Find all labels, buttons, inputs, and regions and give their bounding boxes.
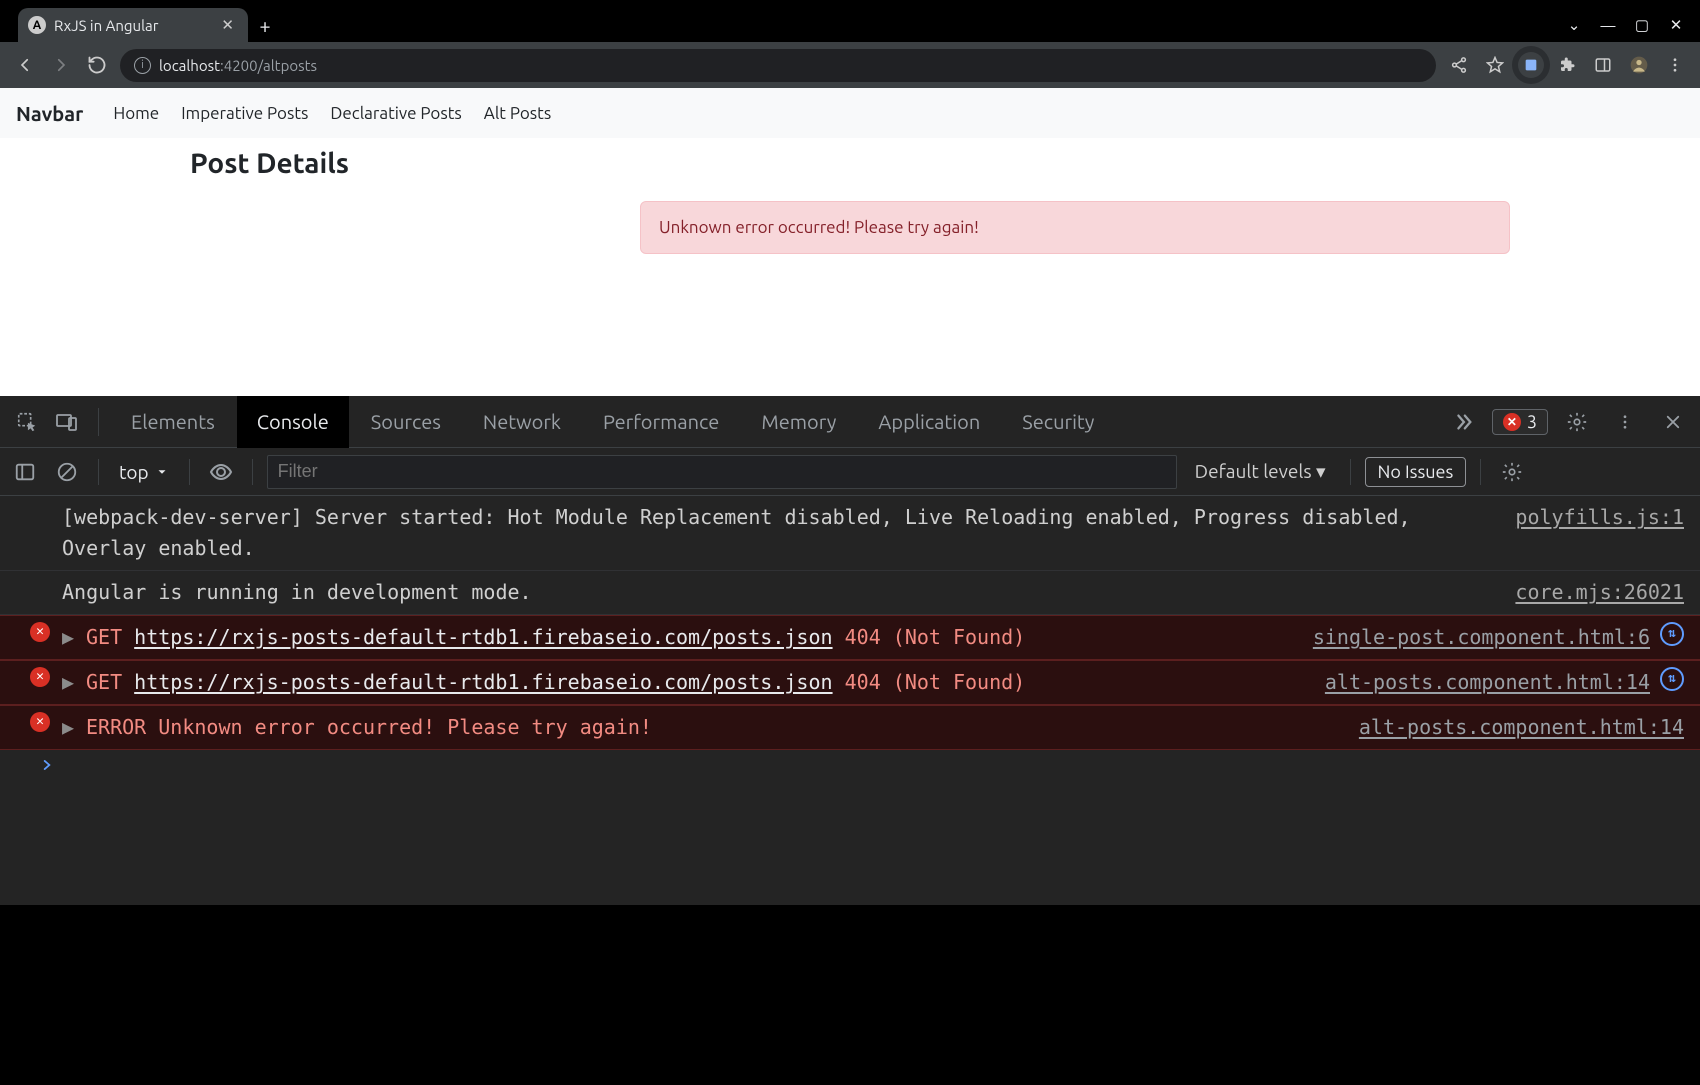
devtools-panel: Elements Console Sources Network Perform… bbox=[0, 396, 1700, 905]
url-path: /altposts bbox=[258, 57, 317, 74]
bookmark-star-icon[interactable] bbox=[1482, 52, 1508, 78]
console-messages: [webpack-dev-server] Server started: Hot… bbox=[0, 496, 1700, 905]
context-label: top bbox=[119, 461, 149, 483]
app-navbar: Navbar Home Imperative Posts Declarative… bbox=[0, 88, 1700, 138]
error-count-badge[interactable]: ✕ 3 bbox=[1492, 409, 1548, 435]
profile-avatar-icon[interactable] bbox=[1626, 52, 1652, 78]
chevron-down-icon[interactable]: ⌄ bbox=[1562, 16, 1586, 34]
window-maximize-icon[interactable]: ▢ bbox=[1630, 16, 1654, 34]
log-levels-dropdown[interactable]: Default levels ▾ bbox=[1185, 460, 1336, 483]
chevron-down-icon bbox=[155, 465, 169, 479]
issues-badge[interactable]: No Issues bbox=[1365, 457, 1467, 487]
console-text: Unknown error occurred! Please try again… bbox=[158, 715, 652, 739]
http-method: GET bbox=[86, 670, 122, 694]
console-error-message: ✕ ▶ GET https://rxjs-posts-default-rtdb1… bbox=[0, 660, 1700, 705]
console-source-link[interactable]: single-post.component.html:6 bbox=[1313, 622, 1650, 653]
console-text: Angular is running in development mode. bbox=[62, 577, 1505, 608]
devtools-tab-security[interactable]: Security bbox=[1002, 396, 1114, 448]
http-method: GET bbox=[86, 625, 122, 649]
browser-tab[interactable]: A RxJS in Angular ✕ bbox=[18, 8, 248, 42]
error-dot-icon: ✕ bbox=[1503, 413, 1521, 431]
devtools-kebab-icon[interactable] bbox=[1606, 403, 1644, 441]
nav-back-icon[interactable] bbox=[12, 52, 38, 78]
tab-close-icon[interactable]: ✕ bbox=[217, 16, 238, 34]
devtools-close-icon[interactable] bbox=[1654, 403, 1692, 441]
console-filterbar: top Default levels ▾ No Issues bbox=[0, 448, 1700, 496]
expand-arrow-icon[interactable]: ▶ bbox=[62, 667, 76, 698]
console-source-link[interactable]: alt-posts.component.html:14 bbox=[1325, 667, 1650, 698]
console-filter-input[interactable] bbox=[267, 455, 1177, 489]
request-url[interactable]: https://rxjs-posts-default-rtdb1.firebas… bbox=[134, 670, 832, 694]
page-title: Post Details bbox=[190, 148, 1700, 179]
devtools-tab-performance[interactable]: Performance bbox=[583, 396, 739, 448]
error-label: ERROR bbox=[86, 715, 146, 739]
devtools-tab-memory[interactable]: Memory bbox=[741, 396, 856, 448]
browser-tabstrip: A RxJS in Angular ✕ + ⌄ — ▢ ✕ bbox=[0, 0, 1700, 42]
url-port: :4200 bbox=[220, 57, 258, 74]
console-error-message: ✕ ▶ ERROR Unknown error occurred! Please… bbox=[0, 705, 1700, 750]
devtools-tabbar: Elements Console Sources Network Perform… bbox=[0, 396, 1700, 448]
live-expression-icon[interactable] bbox=[204, 455, 238, 489]
extension-badge-icon[interactable] bbox=[1518, 52, 1544, 78]
console-source-link[interactable]: core.mjs:26021 bbox=[1515, 577, 1684, 608]
inspect-element-icon[interactable] bbox=[8, 403, 46, 441]
nav-forward-icon[interactable] bbox=[48, 52, 74, 78]
console-message: Angular is running in development mode. … bbox=[0, 571, 1700, 615]
network-panel-icon[interactable]: ⇅ bbox=[1660, 667, 1684, 691]
nav-link-declarative[interactable]: Declarative Posts bbox=[330, 104, 461, 123]
extensions-icon[interactable] bbox=[1554, 52, 1580, 78]
network-panel-icon[interactable]: ⇅ bbox=[1660, 622, 1684, 646]
console-message: [webpack-dev-server] Server started: Hot… bbox=[0, 496, 1700, 571]
toolbar-right-icons bbox=[1446, 52, 1688, 78]
expand-arrow-icon[interactable]: ▶ bbox=[62, 712, 76, 743]
window-controls: ⌄ — ▢ ✕ bbox=[1562, 8, 1700, 42]
http-status: 404 (Not Found) bbox=[845, 625, 1026, 649]
console-text: [webpack-dev-server] Server started: Hot… bbox=[62, 502, 1505, 564]
console-source-link[interactable]: polyfills.js:1 bbox=[1515, 502, 1684, 533]
url-bar[interactable]: i localhost:4200/altposts bbox=[120, 49, 1436, 82]
nav-link-altposts[interactable]: Alt Posts bbox=[484, 104, 551, 123]
error-icon: ✕ bbox=[30, 712, 50, 732]
new-tab-button[interactable]: + bbox=[248, 8, 282, 42]
window-minimize-icon[interactable]: — bbox=[1596, 17, 1620, 34]
error-icon: ✕ bbox=[30, 622, 50, 642]
devtools-tab-elements[interactable]: Elements bbox=[111, 396, 235, 448]
kebab-menu-icon[interactable] bbox=[1662, 52, 1688, 78]
http-status: 404 (Not Found) bbox=[845, 670, 1026, 694]
browser-toolbar: i localhost:4200/altposts bbox=[0, 42, 1700, 88]
reload-icon[interactable] bbox=[84, 52, 110, 78]
site-info-icon[interactable]: i bbox=[134, 57, 151, 74]
window-close-icon[interactable]: ✕ bbox=[1664, 16, 1688, 34]
devtools-settings-icon[interactable] bbox=[1558, 403, 1596, 441]
chevron-down-icon: ▾ bbox=[1316, 460, 1326, 482]
devtools-tab-application[interactable]: Application bbox=[858, 396, 1000, 448]
console-error-message: ✕ ▶ GET https://rxjs-posts-default-rtdb1… bbox=[0, 615, 1700, 660]
error-icon: ✕ bbox=[30, 667, 50, 687]
device-toggle-icon[interactable] bbox=[48, 403, 86, 441]
error-alert: Unknown error occurred! Please try again… bbox=[640, 201, 1510, 254]
context-selector[interactable]: top bbox=[113, 461, 175, 483]
nav-link-home[interactable]: Home bbox=[113, 104, 159, 123]
devtools-tab-network[interactable]: Network bbox=[463, 396, 581, 448]
page-content: Navbar Home Imperative Posts Declarative… bbox=[0, 88, 1700, 396]
devtools-tab-console[interactable]: Console bbox=[237, 396, 349, 448]
console-source-link[interactable]: alt-posts.component.html:14 bbox=[1359, 712, 1684, 743]
share-icon[interactable] bbox=[1446, 52, 1472, 78]
devtools-tab-sources[interactable]: Sources bbox=[351, 396, 461, 448]
url-host: localhost bbox=[159, 57, 220, 74]
console-settings-icon[interactable] bbox=[1495, 455, 1529, 489]
tab-title: RxJS in Angular bbox=[54, 17, 209, 34]
more-tabs-icon[interactable] bbox=[1444, 403, 1482, 441]
prompt-chevron-icon bbox=[40, 758, 54, 772]
navbar-brand[interactable]: Navbar bbox=[16, 102, 83, 125]
clear-console-icon[interactable] bbox=[50, 455, 84, 489]
nav-link-imperative[interactable]: Imperative Posts bbox=[181, 104, 308, 123]
error-count: 3 bbox=[1527, 412, 1537, 432]
expand-arrow-icon[interactable]: ▶ bbox=[62, 622, 76, 653]
favicon: A bbox=[28, 16, 46, 34]
console-sidebar-toggle-icon[interactable] bbox=[8, 455, 42, 489]
console-prompt[interactable] bbox=[0, 750, 1700, 780]
request-url[interactable]: https://rxjs-posts-default-rtdb1.firebas… bbox=[134, 625, 832, 649]
side-panel-icon[interactable] bbox=[1590, 52, 1616, 78]
